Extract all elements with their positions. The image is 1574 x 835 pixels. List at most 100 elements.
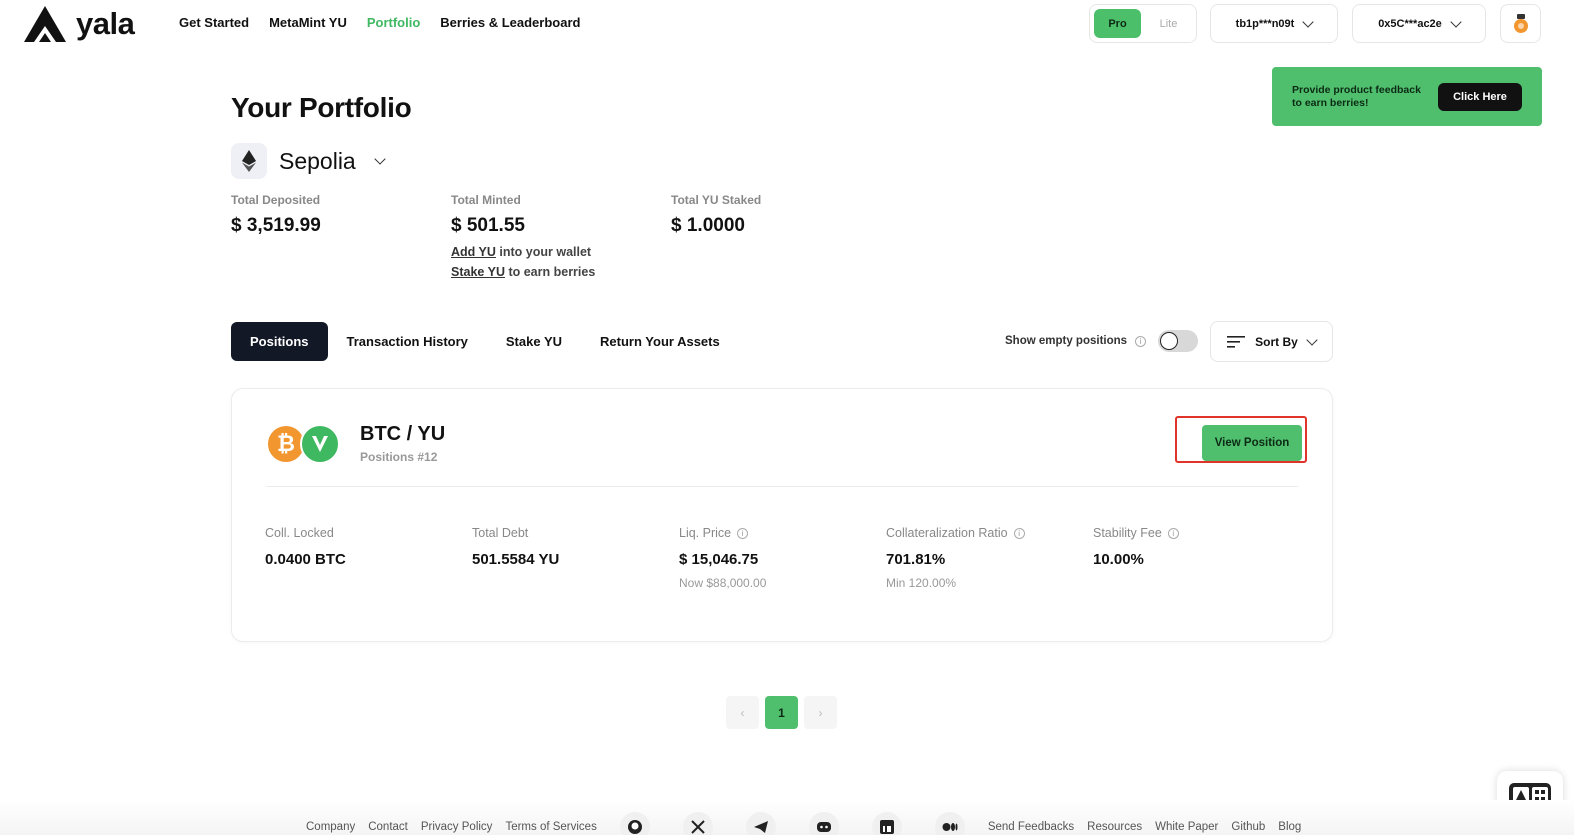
footer-link-send-feedbacks[interactable]: Send Feedbacks — [988, 821, 1074, 833]
logo-text: yala — [76, 6, 135, 41]
nav-berries-leaderboard[interactable]: Berries & Leaderboard — [440, 15, 580, 30]
main-nav: Get Started MetaMint YU Portfolio Berrie… — [179, 15, 580, 30]
liq-value: $ 15,046.75 — [679, 551, 759, 568]
metric-coll-locked: Coll. Locked 0.0400 BTC — [265, 526, 346, 568]
tab-positions[interactable]: Positions — [231, 322, 328, 361]
footer-link-company[interactable]: Company — [306, 821, 355, 833]
feedback-banner: Provide product feedback to earn berries… — [1272, 67, 1542, 126]
top-header: yala Get Started MetaMint YU Portfolio B… — [0, 0, 1574, 46]
show-empty-positions-control: Show empty positions i — [1005, 330, 1199, 352]
chevron-down-icon — [1450, 15, 1462, 28]
yala-logo-icon — [24, 6, 66, 42]
stat-value: $ 501.55 — [451, 215, 525, 236]
ratio-value: 701.81% — [886, 551, 946, 568]
stat-total-yu-staked: Total YU Staked $ 1.0000 — [671, 193, 761, 237]
yu-token-icon — [300, 424, 340, 464]
liq-label: Liq. Price — [679, 526, 732, 540]
add-yu-row: Add YU into your wallet — [451, 245, 595, 259]
footer-links: Company Contact Privacy Policy Terms of … — [306, 812, 1301, 835]
evm-wallet-address: 0x5C***ac2e — [1378, 17, 1442, 30]
chevron-down-icon — [1306, 333, 1318, 346]
ethereum-icon — [231, 143, 267, 179]
btc-wallet-dropdown[interactable]: tb1p***n09t — [1210, 4, 1338, 43]
metric-label: Liq. Price i — [679, 526, 766, 540]
stake-yu-row: Stake YU to earn berries — [451, 265, 595, 279]
view-position-button[interactable]: View Position — [1202, 425, 1302, 461]
show-empty-label: Show empty positions — [1005, 335, 1128, 347]
nav-portfolio[interactable]: Portfolio — [367, 15, 420, 30]
footer-link-white-paper[interactable]: White Paper — [1155, 821, 1218, 833]
info-icon[interactable]: i — [737, 527, 749, 539]
info-icon[interactable]: i — [1135, 335, 1147, 347]
stat-total-minted: Total Minted $ 501.55 Add YU into your w… — [451, 193, 595, 279]
feedback-text: Provide product feedback to earn berries… — [1292, 83, 1421, 109]
footer-link-contact[interactable]: Contact — [368, 821, 408, 833]
position-number: Positions #12 — [360, 450, 438, 464]
metric-collateralization-ratio: Collateralization Ratio i 701.81% Min 120… — [886, 526, 1025, 590]
stat-value: $ 1.0000 — [671, 215, 745, 236]
stake-yu-link[interactable]: Stake YU — [451, 265, 505, 279]
mode-pro-button[interactable]: Pro — [1094, 9, 1141, 38]
stake-yu-text: to earn berries — [508, 265, 596, 279]
profile-avatar-button[interactable] — [1500, 4, 1541, 43]
debt-label: Total Debt — [472, 526, 529, 540]
portfolio-page: yala Get Started MetaMint YU Portfolio B… — [0, 0, 1574, 835]
medium-icon[interactable] — [934, 812, 965, 835]
linkedin-icon[interactable] — [871, 812, 902, 835]
next-page-button[interactable]: › — [804, 696, 837, 729]
fee-label: Stability Fee — [1093, 526, 1162, 540]
footer-link-resources[interactable]: Resources — [1087, 821, 1142, 833]
stat-label: Total Minted — [451, 193, 521, 207]
github-icon[interactable] — [619, 812, 650, 835]
liq-current-price: Now $88,000.00 — [679, 576, 767, 590]
coll-value: 0.0400 BTC — [265, 551, 346, 568]
tab-return-your-assets[interactable]: Return Your Assets — [581, 322, 739, 361]
coll-label: Coll. Locked — [265, 526, 334, 540]
chevron-down-icon — [1302, 15, 1315, 28]
stat-total-deposited: Total Deposited $ 3,519.99 — [231, 193, 321, 237]
logo[interactable]: yala — [22, 4, 135, 44]
fee-value: 10.00% — [1093, 551, 1144, 568]
metric-stability-fee: Stability Fee i 10.00% — [1093, 526, 1179, 568]
prev-page-button[interactable]: ‹ — [726, 696, 759, 729]
feedback-click-here-button[interactable]: Click Here — [1438, 82, 1522, 111]
avatar-icon — [1513, 13, 1528, 33]
footer-link-blog[interactable]: Blog — [1278, 821, 1301, 833]
stat-label: Total YU Staked — [671, 193, 762, 207]
tab-transaction-history[interactable]: Transaction History — [328, 322, 487, 361]
x-icon[interactable] — [682, 812, 713, 835]
network-selector[interactable]: Sepolia — [231, 143, 386, 179]
metric-label: Stability Fee i — [1093, 526, 1179, 540]
show-empty-toggle[interactable] — [1158, 330, 1199, 352]
card-divider — [266, 486, 1298, 487]
mode-toggle: Pro Lite — [1089, 4, 1197, 43]
evm-wallet-dropdown[interactable]: 0x5C***ac2e — [1352, 4, 1486, 43]
btc-wallet-address: tb1p***n09t — [1235, 17, 1295, 30]
info-icon[interactable]: i — [1013, 527, 1025, 539]
page-button-1[interactable]: 1 — [765, 696, 798, 729]
telegram-icon[interactable] — [745, 812, 776, 835]
metric-label: Collateralization Ratio i — [886, 526, 1025, 540]
portfolio-tabs: Positions Transaction History Stake YU R… — [231, 322, 739, 361]
sort-lines-icon — [1227, 335, 1246, 348]
footer-link-terms[interactable]: Terms of Services — [505, 821, 596, 833]
chevron-down-icon — [374, 153, 386, 165]
discord-icon[interactable] — [808, 812, 839, 835]
mode-lite-button[interactable]: Lite — [1145, 9, 1192, 38]
sort-by-dropdown[interactable]: Sort By — [1210, 321, 1333, 362]
pagination: ‹ 1 › — [726, 696, 837, 729]
add-yu-link[interactable]: Add YU — [451, 245, 496, 259]
footer-link-privacy-policy[interactable]: Privacy Policy — [421, 821, 493, 833]
footer-link-github[interactable]: Github — [1231, 821, 1265, 833]
nav-get-started[interactable]: Get Started — [179, 15, 249, 30]
tab-stake-yu[interactable]: Stake YU — [487, 322, 581, 361]
network-name: Sepolia — [279, 147, 356, 174]
ratio-label: Collateralization Ratio — [886, 526, 1008, 540]
add-yu-text: into your wallet — [499, 245, 592, 259]
metric-total-debt: Total Debt 501.5584 YU — [472, 526, 559, 568]
info-icon[interactable]: i — [1167, 527, 1179, 539]
pair-name: BTC / YU — [360, 423, 446, 445]
sort-label: Sort By — [1255, 334, 1298, 349]
debt-value: 501.5584 YU — [472, 551, 560, 568]
nav-metamint-yu[interactable]: MetaMint YU — [269, 15, 347, 30]
